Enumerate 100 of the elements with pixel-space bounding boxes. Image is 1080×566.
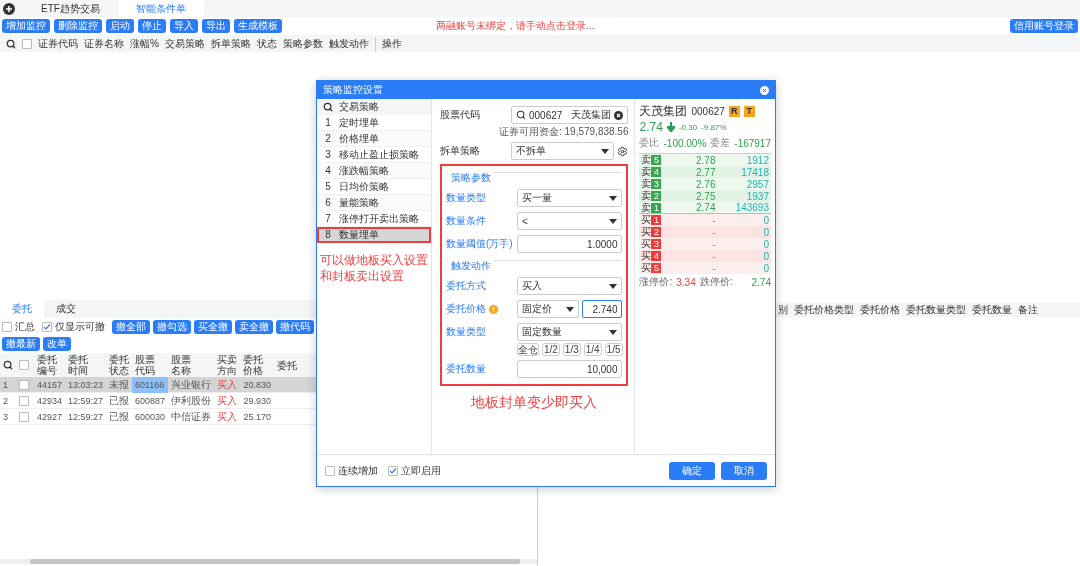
cancel-order-button[interactable]: 改单: [43, 337, 71, 351]
bid-volume: 0: [762, 238, 769, 250]
table-cell-text: 买入: [216, 378, 238, 392]
select-field[interactable]: 买入: [517, 277, 623, 295]
cancel-order-button[interactable]: 撤勾选: [153, 320, 191, 334]
field-label: 数量条件: [446, 214, 487, 228]
table-cell-text: 伊利股份: [170, 394, 212, 408]
select-field[interactable]: 买一量: [517, 189, 623, 207]
add-icon[interactable]: [3, 2, 15, 15]
rank-badge: 2: [651, 191, 662, 201]
toolbar-button[interactable]: 删除监控: [54, 19, 102, 33]
input-field[interactable]: 10,000: [517, 360, 623, 378]
search-icon[interactable]: [6, 38, 16, 49]
toolbar-button[interactable]: 导入: [170, 19, 198, 33]
clear-icon[interactable]: [614, 110, 624, 120]
toolbar-button[interactable]: 启动: [106, 19, 134, 33]
strategy-item[interactable]: 2 价格埋单: [317, 131, 431, 147]
checkbox[interactable]: [42, 322, 52, 332]
ratio-button[interactable]: 1/2: [542, 343, 560, 356]
app-tab[interactable]: ETF趋势交易: [23, 0, 118, 17]
ask-volume: 1937: [745, 190, 769, 202]
ask-label: 卖: [641, 189, 652, 203]
select-field[interactable]: 固定数量: [517, 323, 623, 341]
table-cell-text: 已报: [108, 394, 130, 408]
input-field[interactable]: 1.0000: [517, 235, 623, 253]
column-header: 备注: [1018, 303, 1038, 317]
strategy-item[interactable]: 6 量能策略: [317, 195, 431, 211]
ratio-button[interactable]: 1/3: [562, 343, 581, 356]
checkbox[interactable]: [19, 412, 29, 422]
field-label: 数量阈值(万手): [446, 237, 514, 251]
checkbox-label: 连续增加: [338, 463, 378, 478]
row-number: 3: [2, 411, 9, 424]
checkbox[interactable]: [19, 380, 29, 390]
panel-tab[interactable]: 委托: [0, 300, 44, 318]
cancel-order-button[interactable]: 撤最新: [2, 337, 40, 351]
row-number: 2: [2, 395, 9, 408]
row-number: 1: [2, 379, 9, 392]
price-change-percent: -9.87%: [701, 122, 727, 132]
bid-price: -: [711, 214, 716, 226]
login-button[interactable]: 信用账号登录: [1010, 19, 1078, 33]
search-icon[interactable]: [323, 102, 333, 112]
bid-price: -: [711, 250, 716, 262]
checkbox[interactable]: [388, 465, 398, 476]
dialog-button[interactable]: 确定: [669, 461, 715, 480]
dialog-button[interactable]: 取消: [721, 461, 767, 480]
ratio-button[interactable]: 1/5: [604, 343, 623, 356]
strategy-item[interactable]: 1 定时埋单: [317, 115, 431, 131]
input-field[interactable]: 2.740: [582, 300, 623, 318]
toolbar-button[interactable]: 导出: [202, 19, 230, 33]
search-icon[interactable]: [3, 360, 13, 370]
info-icon[interactable]: [489, 304, 498, 314]
ask-label: 卖: [641, 177, 652, 191]
strategy-item[interactable]: 8 数量埋单: [317, 227, 431, 243]
ratio-button[interactable]: 全仓: [517, 343, 539, 356]
cancel-order-button[interactable]: 撤全部: [112, 320, 150, 334]
select-field[interactable]: <: [517, 212, 623, 230]
app-tab[interactable]: 智能条件单: [117, 0, 204, 17]
select-field[interactable]: 固定价: [517, 300, 579, 318]
column-header: 委托价格: [860, 303, 900, 317]
toolbar-button[interactable]: 停止: [138, 19, 166, 33]
strategy-item[interactable]: 4 涨跌幅策略: [317, 163, 431, 179]
cancel-order-button[interactable]: 卖全撤: [235, 320, 273, 334]
column-header: 委托: [277, 359, 297, 371]
strategy-item[interactable]: 3 移动止盈止损策略: [317, 147, 431, 163]
rank-badge: 4: [651, 167, 662, 177]
strategy-item[interactable]: 5 日均价策略: [317, 179, 431, 195]
limit-down-label: 跌停价:: [699, 275, 733, 289]
panel-tab[interactable]: 成交: [44, 300, 88, 318]
column-header: 委托编号: [37, 354, 57, 376]
limit-down-price: 2.74: [751, 276, 771, 288]
strategy-item[interactable]: 7 涨停打开卖出策略: [317, 211, 431, 227]
rank-badge: 4: [651, 251, 662, 261]
checkbox[interactable]: [19, 360, 29, 370]
ratio-button[interactable]: 1/4: [583, 343, 602, 356]
ask-price: 2.74: [695, 202, 716, 213]
toolbar-button[interactable]: 生成模板: [234, 19, 282, 33]
stock-search-field[interactable]: 000627 天茂集团: [511, 106, 629, 124]
toolbar-button[interactable]: 增加监控: [2, 19, 50, 33]
checkbox[interactable]: [325, 465, 335, 476]
column-header: 交易策略: [164, 36, 205, 51]
checkbox-label: 立即启用: [401, 463, 441, 478]
checkbox[interactable]: [19, 396, 29, 406]
table-cell-text: 中信证券: [170, 410, 212, 424]
field-label: 委托价格: [446, 302, 486, 316]
column-header: 委托价格类型: [794, 303, 854, 317]
bid-price: -: [711, 226, 716, 238]
settings-icon[interactable]: [617, 145, 629, 157]
checkbox[interactable]: [2, 322, 12, 332]
close-icon[interactable]: [760, 85, 769, 95]
ask-price: 2.77: [695, 166, 716, 178]
bid-volume: 0: [762, 250, 769, 262]
checkbox[interactable]: [22, 38, 32, 49]
field-label: 委托数量: [446, 362, 487, 376]
cancel-order-button[interactable]: 撤代码: [276, 320, 314, 334]
table-cell-text: 兴业银行: [170, 378, 212, 392]
column-header: 委托数量类型: [906, 303, 966, 317]
select-field[interactable]: 不拆单: [511, 142, 615, 160]
field-label: 拆单策略: [440, 144, 481, 158]
rank-badge: 3: [651, 239, 662, 249]
cancel-order-button[interactable]: 买全撤: [194, 320, 232, 334]
